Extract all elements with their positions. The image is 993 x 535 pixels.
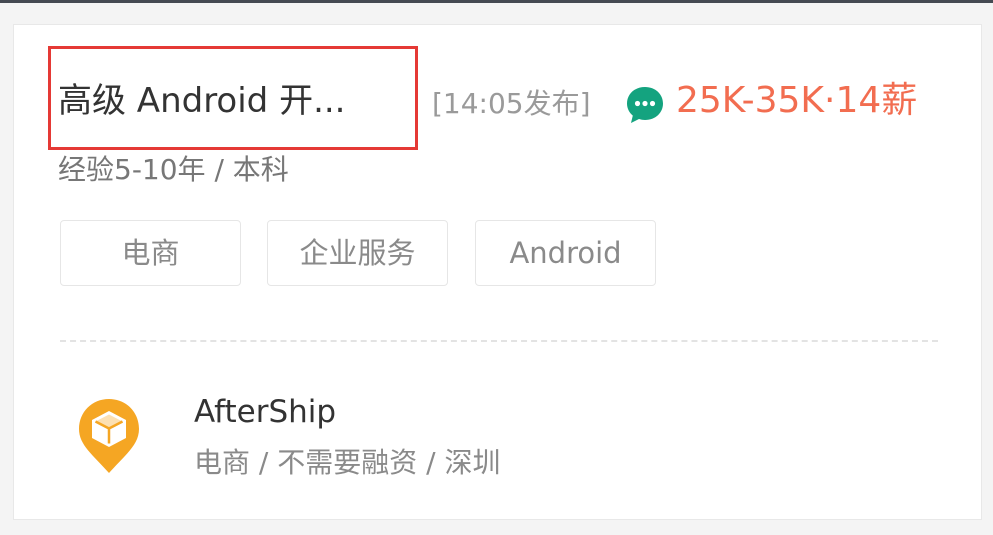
publish-time: [14:05发布]: [432, 87, 591, 120]
company-name[interactable]: AfterShip: [194, 393, 336, 431]
job-requirements: 经验5-10年 / 本科: [58, 153, 289, 186]
tag[interactable]: Android: [475, 220, 656, 286]
job-card[interactable]: 高级 Android 开... [14:05发布] 25K-35K·14薪 经验…: [13, 24, 982, 520]
company-logo-icon[interactable]: [76, 397, 142, 475]
chat-bubble-icon[interactable]: [625, 85, 665, 125]
salary: 25K-35K·14薪: [676, 80, 918, 121]
tag[interactable]: 电商: [60, 220, 241, 286]
top-bar: [0, 0, 993, 3]
tag[interactable]: 企业服务: [267, 220, 448, 286]
company-info: 电商 / 不需要融资 / 深圳: [194, 446, 501, 479]
divider: [60, 340, 938, 342]
job-title[interactable]: 高级 Android 开...: [58, 81, 346, 121]
